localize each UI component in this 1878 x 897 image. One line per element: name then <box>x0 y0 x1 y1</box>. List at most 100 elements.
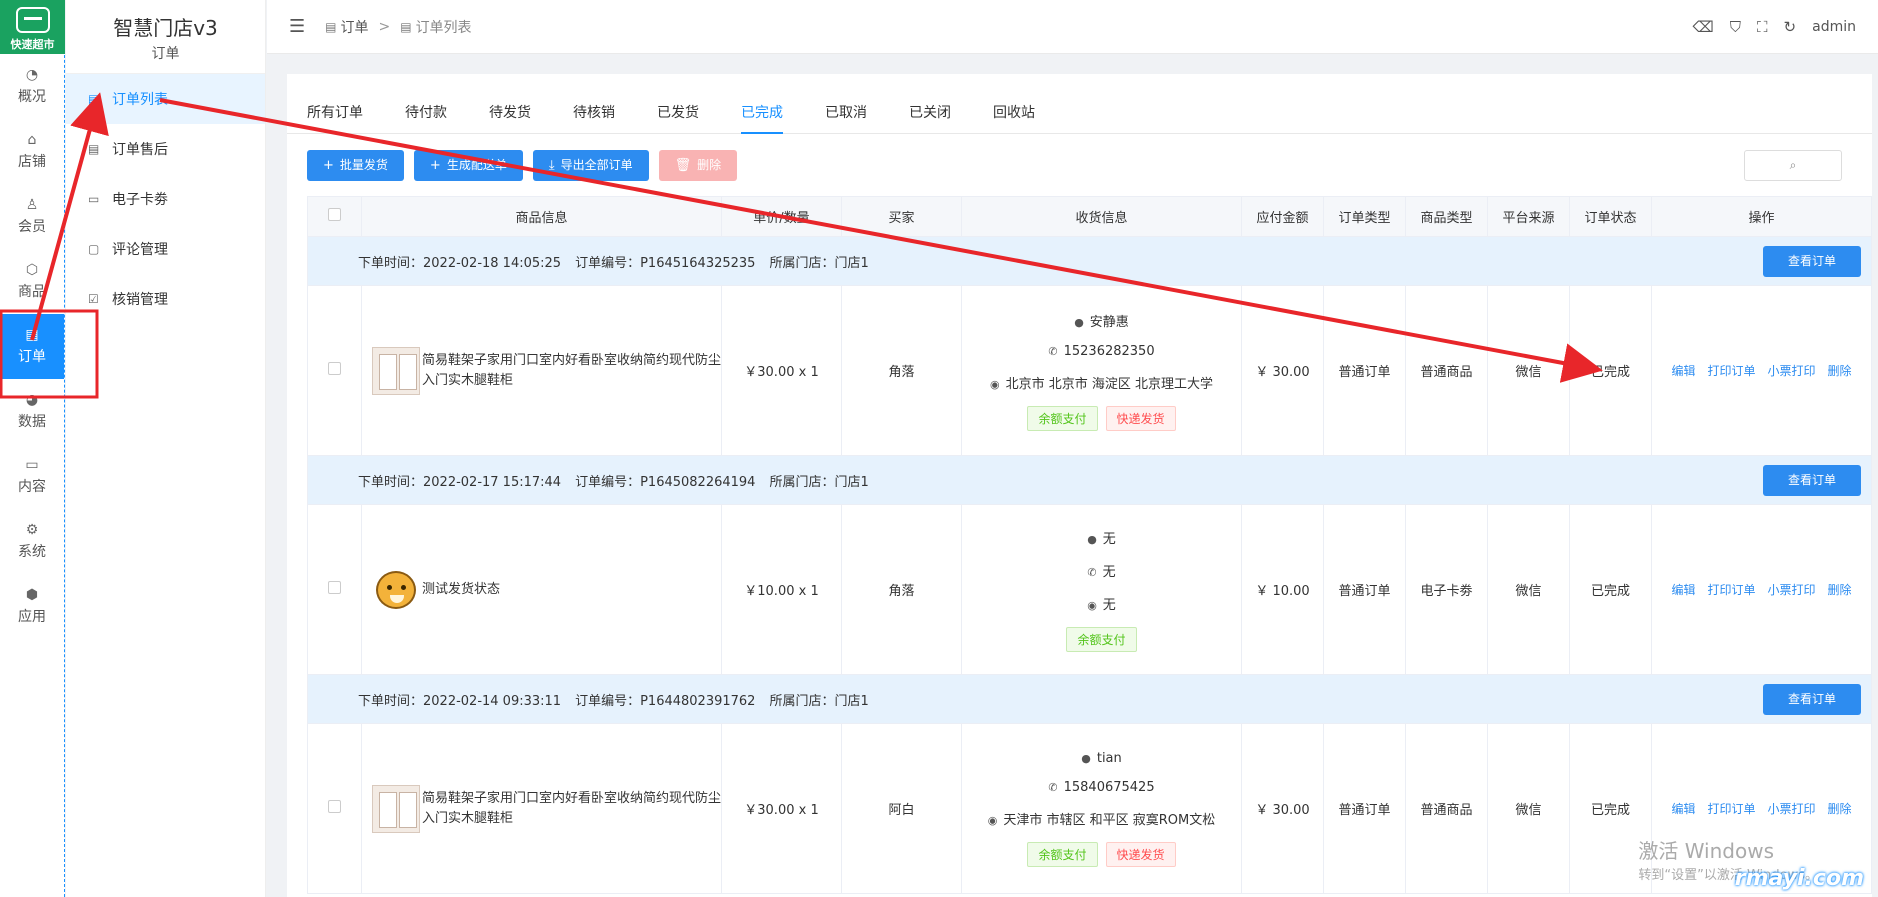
op-link-3[interactable]: 删除 <box>1828 581 1852 598</box>
tab-to-verify[interactable]: 待核销 <box>573 93 615 133</box>
tab-to-ship[interactable]: 待发货 <box>489 93 531 133</box>
eraser-icon[interactable]: ⌫ <box>1693 18 1714 36</box>
price-qty-cell: ￥10.00 x 1 <box>721 504 842 675</box>
op-link-1[interactable]: 打印订单 <box>1707 800 1755 817</box>
view-order-button[interactable]: 查看订单 <box>1762 245 1861 277</box>
phone-icon: ✆ <box>1048 780 1058 794</box>
op-link-2[interactable]: 小票打印 <box>1768 362 1816 379</box>
tab-recycle-bin[interactable]: 回收站 <box>993 93 1035 133</box>
button-label: 批量发货 <box>339 157 388 172</box>
tab-cancelled[interactable]: 已取消 <box>825 93 867 133</box>
view-order-button[interactable]: 查看订单 <box>1762 683 1861 715</box>
op-link-1[interactable]: 打印订单 <box>1707 581 1755 598</box>
order-summary-cell: 下单时间：2022-02-14 09:33:11 订单编号：P164480239… <box>307 674 1872 724</box>
goods-type-cell: 普通商品 <box>1405 285 1488 456</box>
receiver-name-text: tian <box>1096 750 1122 766</box>
view-order-button[interactable]: 查看订单 <box>1762 464 1861 496</box>
sub-sidebar: 智慧门店v3 订单 ▤ 订单列表 ▤ 订单售后 ▭ 电子卡劵 ▢ 评论管理 ☑ … <box>66 0 266 897</box>
row-checkbox[interactable] <box>328 800 341 813</box>
rail-item-order[interactable]: ▤ 订单 <box>0 314 64 379</box>
product-thumbnail[interactable] <box>372 566 420 614</box>
receiver-info: ● 无 ✆ 无 ◉ 无 余额支付 <box>962 528 1241 652</box>
fullscreen-icon[interactable]: ⛶ <box>1757 18 1768 36</box>
breadcrumb-item-order[interactable]: 订单 <box>340 17 368 37</box>
column-header: 操作 <box>1651 196 1872 237</box>
receiver-name: ● 安静惠 <box>1074 311 1129 330</box>
rail-item-member[interactable]: ♙ 会员 <box>0 184 64 249</box>
select-all-checkbox[interactable] <box>328 208 341 221</box>
receiver-info: ● tian ✆ 15840675425 ◉ 天津市 市辖区 和平区 寂寞ROM文松 … <box>962 751 1241 867</box>
breadcrumb-item-order-list: 订单列表 <box>415 19 472 36</box>
user-icon: ♙ <box>25 196 39 213</box>
product-thumbnail[interactable] <box>372 784 420 833</box>
goods-info: 简易鞋架子家用门口室内好看卧室收纳简约现代防尘入门实木腿鞋柜 <box>362 346 721 395</box>
goods-name[interactable]: 简易鞋架子家用门口室内好看卧室收纳简约现代防尘入门实木腿鞋柜 <box>422 789 721 829</box>
sub-item-e-card[interactable]: ▭ 电子卡劵 <box>66 174 265 224</box>
table-row: 简易鞋架子家用门口室内好看卧室收纳简约现代防尘入门实木腿鞋柜 ￥30.00 x … <box>307 285 1872 456</box>
goods-name[interactable]: 测试发货状态 <box>422 580 500 600</box>
sub-item-verification[interactable]: ☑ 核销管理 <box>66 274 265 324</box>
sub-item-order-list[interactable]: ▤ 订单列表 <box>66 74 265 124</box>
export-all-button[interactable]: ⤓ 导出全部订单 <box>532 149 649 181</box>
logo[interactable]: 快速超市 <box>0 0 65 54</box>
rail-item-data[interactable]: ◕ 数据 <box>0 379 64 444</box>
receiver-cell: ● 安静惠 ✆ 15236282350 ◉ 北京市 北京市 海淀区 北京理工大学 余额… <box>961 285 1242 456</box>
op-link-2[interactable]: 小票打印 <box>1768 800 1816 817</box>
order-number: 订单编号：P1645082264194 <box>575 474 756 490</box>
rail-item-overview[interactable]: ◔ 概况 <box>0 54 64 119</box>
order-store: 所属门店：门店1 <box>769 255 869 271</box>
tab-unpaid[interactable]: 待付款 <box>405 93 447 133</box>
sub-item-label: 订单售后 <box>112 142 168 158</box>
menu-toggle-icon[interactable]: ☰ <box>289 16 305 37</box>
receiver-name-text: 无 <box>1102 531 1116 547</box>
delete-button[interactable]: 🗑 删除 <box>658 149 738 181</box>
order-table-body: 下单时间：2022-02-18 14:05:25 订单编号：P164516432… <box>307 236 1872 894</box>
store-title: 智慧门店v3 <box>113 16 218 40</box>
sub-item-label: 评论管理 <box>112 242 168 258</box>
rail-item-shop[interactable]: ⌂ 店铺 <box>0 119 64 184</box>
op-link-0[interactable]: 编辑 <box>1671 800 1695 817</box>
card-icon: ▭ <box>88 192 100 206</box>
product-thumbnail[interactable] <box>372 346 420 395</box>
select-all-cell <box>307 196 362 237</box>
refresh-icon[interactable]: ↻ <box>1784 18 1797 36</box>
rail-item-content[interactable]: ▭ 内容 <box>0 444 64 509</box>
row-checkbox[interactable] <box>328 362 341 375</box>
op-link-3[interactable]: 删除 <box>1828 800 1852 817</box>
table-header-row: 商品信息 单价/数量 买家 收货信息 应付金额 订单类型 商品类型 平台来源 订… <box>307 196 1872 237</box>
goods-cell: 简易鞋架子家用门口室内好看卧室收纳简约现代防尘入门实木腿鞋柜 <box>361 285 722 456</box>
shirt-icon[interactable]: ⛉ <box>1730 18 1741 36</box>
generate-delivery-button[interactable]: + 生成配送单 <box>413 149 523 181</box>
cube-icon: ⬢ <box>25 586 39 603</box>
scooter-icon <box>15 7 50 33</box>
op-link-2[interactable]: 小票打印 <box>1768 581 1816 598</box>
tab-closed[interactable]: 已关闭 <box>909 93 951 133</box>
sub-item-comments[interactable]: ▢ 评论管理 <box>66 224 265 274</box>
op-link-0[interactable]: 编辑 <box>1671 581 1695 598</box>
order-group-row: 下单时间：2022-02-14 09:33:11 订单编号：P164480239… <box>307 674 1872 724</box>
goods-info: 简易鞋架子家用门口室内好看卧室收纳简约现代防尘入门实木腿鞋柜 <box>362 784 721 833</box>
user-menu[interactable]: admin <box>1812 19 1856 35</box>
tab-shipped[interactable]: 已发货 <box>657 93 699 133</box>
clipboard-icon: ▤ <box>88 142 100 156</box>
payment-tag: 余额支付 <box>1066 626 1137 652</box>
tab-completed[interactable]: 已完成 <box>741 93 783 134</box>
tab-all[interactable]: 所有订单 <box>307 93 363 133</box>
rail-item-goods[interactable]: ⬡ 商品 <box>0 249 64 314</box>
search-button[interactable]: ⌕ <box>1744 149 1842 181</box>
sub-item-after-sale[interactable]: ▤ 订单售后 <box>66 124 265 174</box>
order-number: 订单编号：P1645164325235 <box>575 255 756 271</box>
order-group-row: 下单时间：2022-02-18 14:05:25 订单编号：P164516432… <box>307 236 1872 286</box>
goods-name[interactable]: 简易鞋架子家用门口室内好看卧室收纳简约现代防尘入门实木腿鞋柜 <box>422 351 721 391</box>
receiver-address: ◉ 北京市 北京市 海淀区 北京理工大学 <box>990 373 1213 392</box>
order-store: 所属门店：门店1 <box>769 693 869 709</box>
op-link-1[interactable]: 打印订单 <box>1707 362 1755 379</box>
source-cell: 微信 <box>1487 285 1570 456</box>
op-link-3[interactable]: 删除 <box>1828 362 1852 379</box>
batch-ship-button[interactable]: + 批量发货 <box>307 149 404 181</box>
order-number: 订单编号：P1644802391762 <box>575 693 756 709</box>
op-link-0[interactable]: 编辑 <box>1671 362 1695 379</box>
rail-item-apps[interactable]: ⬢ 应用 <box>0 574 64 639</box>
rail-item-system[interactable]: ⚙ 系统 <box>0 509 64 574</box>
row-checkbox[interactable] <box>328 581 341 594</box>
